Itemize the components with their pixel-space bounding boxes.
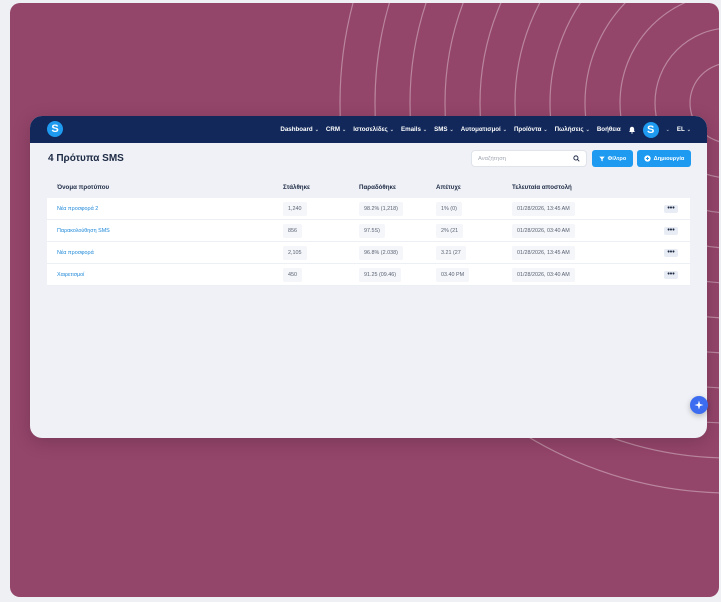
app-logo[interactable]: S <box>47 121 63 137</box>
sparkle-icon[interactable] <box>690 396 708 414</box>
column-header-delivered[interactable]: Παραδόθηκε <box>359 184 436 191</box>
table-row[interactable]: Νέα προσφορά 2,105 96.8% (2.038) 3.21 (2… <box>47 242 690 264</box>
nav-help[interactable]: Βοήθεια <box>597 126 621 133</box>
table-row[interactable]: Χαιρετισμοί 450 91.25 (09.46) 03.40 PM 0… <box>47 264 690 286</box>
nav-crm[interactable]: CRM ⌄ <box>326 126 346 133</box>
more-actions-icon[interactable]: ••• <box>664 226 678 235</box>
chevron-down-icon: ⌄ <box>543 126 548 133</box>
column-header-name[interactable]: Όνομα προτύπου <box>47 184 283 191</box>
sent-count: 856 <box>283 223 302 238</box>
failed-rate: 1% (0) <box>436 201 462 216</box>
column-header-sent[interactable]: Στάλθηκε <box>283 184 359 191</box>
template-name-link[interactable]: Παρακολούθηση SMS <box>47 228 283 234</box>
sent-count: 2,105 <box>283 245 307 260</box>
create-button-label: Δημιουργία <box>653 155 685 162</box>
sent-count: 450 <box>283 267 302 282</box>
nav-sms[interactable]: SMS ⌄ <box>434 126 454 133</box>
main-nav: Dashboard ⌄ CRM ⌄ Ιστοσελίδες ⌄ Emails ⌄ SMS… <box>280 116 691 143</box>
search-box <box>471 150 587 167</box>
column-header-last-sent[interactable]: Τελευταία αποστολή <box>512 184 652 191</box>
column-header-failed[interactable]: Απέτυχε <box>436 184 512 191</box>
delivered-rate: 98.2% (1,218) <box>359 201 403 216</box>
chevron-down-icon: ⌄ <box>585 126 590 133</box>
nav-sales[interactable]: Πωλήσεις ⌄ <box>555 126 590 133</box>
search-input[interactable] <box>478 155 574 162</box>
more-actions-icon[interactable]: ••• <box>664 204 678 213</box>
delivered-rate: 96.8% (2.038) <box>359 245 403 260</box>
last-sent-date: 01/28/2026, 13:45 AM <box>512 201 575 216</box>
delivered-rate: 97.5S) <box>359 223 385 238</box>
template-name-link[interactable]: Χαιρετισμοί <box>47 272 283 278</box>
nav-products[interactable]: Προϊόντα ⌄ <box>514 126 548 133</box>
template-name-link[interactable]: Νέα προσφορά <box>47 250 283 256</box>
sent-count: 1,240 <box>283 201 307 216</box>
chevron-down-icon[interactable]: ⌄ <box>666 127 670 133</box>
nav-emails[interactable]: Emails ⌄ <box>401 126 427 133</box>
chevron-down-icon: ⌄ <box>449 126 454 133</box>
failed-rate: 03.40 PM <box>436 267 470 282</box>
failed-rate: 2% (21 <box>436 223 464 238</box>
table-header: Όνομα προτύπου Στάλθηκε Παραδόθηκε Απέτυ… <box>47 176 690 198</box>
more-actions-icon[interactable]: ••• <box>664 270 678 279</box>
app-window: S Dashboard ⌄ CRM ⌄ Ιστοσελίδες ⌄ Emails ⌄ S… <box>30 116 707 438</box>
chevron-down-icon: ⌄ <box>422 126 428 133</box>
more-actions-icon[interactable]: ••• <box>664 248 678 257</box>
filter-icon <box>598 156 605 161</box>
template-name-link[interactable]: Νέα προσφορά 2 <box>47 206 283 212</box>
chevron-down-icon: ⌄ <box>502 126 507 133</box>
user-avatar[interactable]: S <box>642 121 659 138</box>
filter-button[interactable]: Φίλτρο <box>592 150 633 167</box>
table-row[interactable]: Νέα προσφορά 2 1,240 98.2% (1,218) 1% (0… <box>47 198 690 220</box>
nav-websites[interactable]: Ιστοσελίδες ⌄ <box>353 126 394 133</box>
nav-dashboard[interactable]: Dashboard ⌄ <box>280 126 319 133</box>
chevron-down-icon: ⌄ <box>341 126 347 133</box>
chevron-down-icon: ⌄ <box>314 126 319 133</box>
page-title: 4 Πρότυπα SMS <box>48 153 124 164</box>
language-selector[interactable]: EL ⌄ <box>677 126 691 133</box>
plus-circle-icon <box>644 155 651 162</box>
delivered-rate: 91.25 (09.46) <box>359 267 402 282</box>
templates-table: Όνομα προτύπου Στάλθηκε Παραδόθηκε Απέτυ… <box>47 176 690 286</box>
last-sent-date: 01/28/2026, 13:45 AM <box>512 245 575 260</box>
filter-button-label: Φίλτρο <box>607 155 627 162</box>
table-row[interactable]: Παρακολούθηση SMS 856 97.5S) 2% (21 01/2… <box>47 220 690 242</box>
top-navigation-bar: S Dashboard ⌄ CRM ⌄ Ιστοσελίδες ⌄ Emails ⌄ S… <box>30 116 707 143</box>
create-button[interactable]: Δημιουργία <box>637 150 691 167</box>
chevron-down-icon: ⌄ <box>686 126 691 133</box>
search-icon[interactable] <box>573 155 580 162</box>
last-sent-date: 01/28/2026, 03:40 AM <box>512 267 575 282</box>
failed-rate: 3.21 (27 <box>436 245 466 260</box>
last-sent-date: 01/28/2026, 03:40 AM <box>512 223 575 238</box>
bell-icon[interactable] <box>628 126 636 134</box>
nav-automations[interactable]: Αυτοματισμοί ⌄ <box>461 126 507 133</box>
chevron-down-icon: ⌄ <box>389 126 394 133</box>
